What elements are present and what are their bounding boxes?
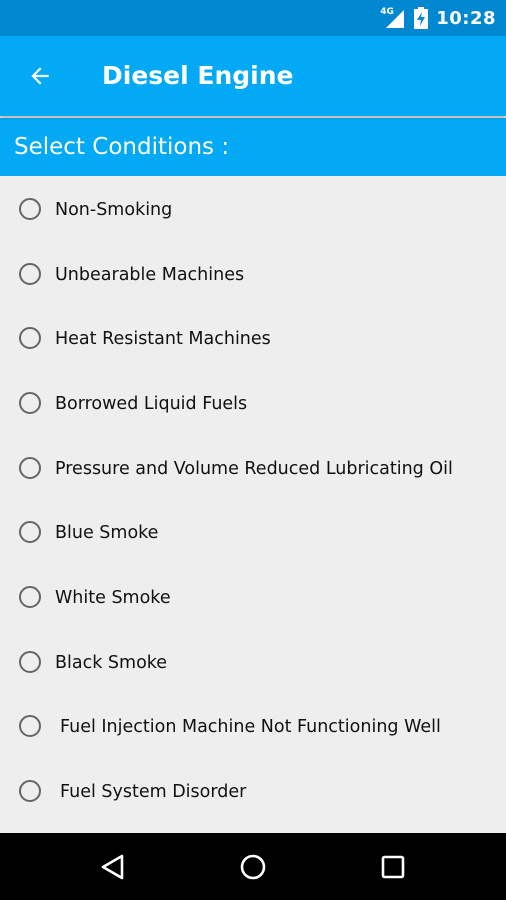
recents-square-icon bbox=[381, 855, 405, 879]
radio-button[interactable] bbox=[19, 521, 41, 543]
radio-button[interactable] bbox=[19, 263, 41, 285]
status-bar: 4G 10:28 bbox=[0, 0, 506, 36]
app-bar: Diesel Engine bbox=[0, 36, 506, 116]
nav-recents-button[interactable] bbox=[373, 847, 413, 887]
condition-label: Heat Resistant Machines bbox=[55, 329, 271, 349]
condition-label: Unbearable Machines bbox=[55, 265, 245, 285]
back-button[interactable] bbox=[20, 56, 60, 96]
navigation-bar bbox=[0, 833, 506, 900]
condition-label: Blue Smoke bbox=[55, 523, 159, 543]
status-icons: 4G 10:28 bbox=[380, 0, 496, 36]
radio-button[interactable] bbox=[19, 327, 41, 349]
signal-indicator: 4G bbox=[380, 6, 406, 30]
radio-button[interactable] bbox=[19, 651, 41, 673]
condition-option[interactable]: Non-Smoking bbox=[0, 178, 506, 242]
condition-option[interactable]: Black Smoke bbox=[0, 631, 506, 695]
condition-option[interactable]: Unbearable Machines bbox=[0, 243, 506, 307]
battery-charging-icon bbox=[414, 7, 429, 29]
radio-button[interactable] bbox=[19, 780, 41, 802]
section-title: Select Conditions : bbox=[14, 134, 230, 160]
condition-option[interactable]: Borrowed Liquid Fuels bbox=[0, 372, 506, 436]
page-title: Diesel Engine bbox=[102, 61, 294, 90]
condition-option[interactable]: Fuel Injection Machine Not Functioning W… bbox=[0, 695, 506, 759]
back-triangle-icon bbox=[101, 854, 124, 880]
condition-option[interactable]: Blue Smoke bbox=[0, 501, 506, 565]
radio-button[interactable] bbox=[19, 198, 41, 220]
radio-button[interactable] bbox=[19, 392, 41, 414]
nav-home-button[interactable] bbox=[233, 847, 273, 887]
home-circle-icon bbox=[240, 854, 266, 880]
conditions-list: Non-Smoking Unbearable Machines Heat Res… bbox=[0, 177, 506, 833]
condition-option[interactable]: Pressure and Volume Reduced Lubricating … bbox=[0, 437, 506, 501]
condition-label: Borrowed Liquid Fuels bbox=[55, 394, 248, 414]
signal-icon bbox=[386, 10, 405, 28]
nav-back-button[interactable] bbox=[93, 847, 133, 887]
radio-button[interactable] bbox=[19, 586, 41, 608]
condition-label: Fuel System Disorder bbox=[60, 782, 247, 802]
condition-label: White Smoke bbox=[55, 588, 171, 608]
condition-option[interactable]: Heat Resistant Machines bbox=[0, 307, 506, 371]
radio-button[interactable] bbox=[19, 715, 41, 737]
status-time: 10:28 bbox=[436, 7, 496, 29]
section-header: Select Conditions : bbox=[0, 118, 506, 176]
arrow-back-icon bbox=[31, 67, 49, 85]
radio-button[interactable] bbox=[19, 457, 41, 479]
condition-label: Fuel Injection Machine Not Functioning W… bbox=[60, 717, 441, 737]
condition-option[interactable]: White Smoke bbox=[0, 566, 506, 630]
condition-label: Black Smoke bbox=[55, 653, 168, 673]
condition-label: Pressure and Volume Reduced Lubricating … bbox=[55, 459, 453, 479]
condition-label: Non-Smoking bbox=[55, 200, 173, 220]
condition-option[interactable]: Fuel System Disorder bbox=[0, 760, 506, 824]
